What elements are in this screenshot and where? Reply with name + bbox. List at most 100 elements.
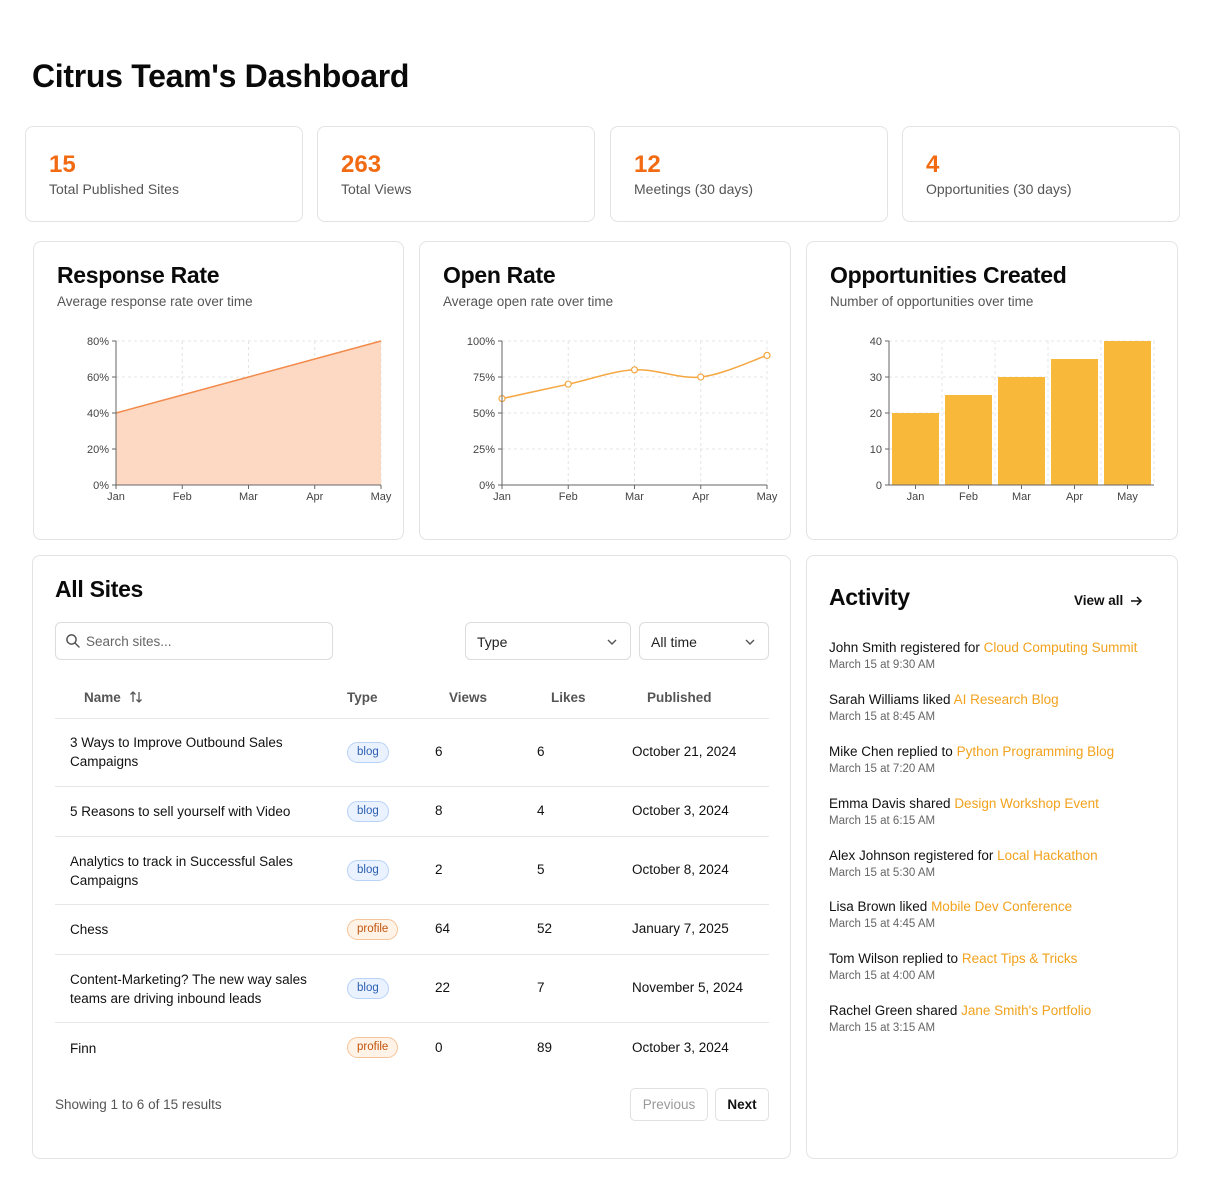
site-name[interactable]: Analytics to track in Successful Sales C… xyxy=(70,852,330,890)
likes-value: 89 xyxy=(537,1040,553,1055)
previous-button[interactable]: Previous xyxy=(630,1088,708,1121)
site-name[interactable]: 5 Reasons to sell yourself with Video xyxy=(70,802,330,821)
x-tick-label: May xyxy=(1117,491,1138,503)
time-filter-select[interactable]: All time xyxy=(639,622,769,660)
column-header-name[interactable]: Name xyxy=(84,690,121,705)
published-date: November 5, 2024 xyxy=(632,980,744,995)
published-date: October 3, 2024 xyxy=(632,803,729,818)
activity-text: Emma Davis shared xyxy=(829,796,951,811)
x-tick-label: Feb xyxy=(173,491,192,503)
site-name[interactable]: Finn xyxy=(70,1039,330,1058)
activity-link[interactable]: Jane Smith's Portfolio xyxy=(961,1003,1091,1018)
y-tick-label: 60% xyxy=(87,372,109,384)
activity-link[interactable]: Design Workshop Event xyxy=(954,796,1099,811)
search-field[interactable] xyxy=(55,622,333,660)
view-all-link[interactable]: View all xyxy=(1074,593,1123,608)
likes-value: 5 xyxy=(537,862,545,877)
type-badge: profile xyxy=(347,1037,399,1058)
activity-link[interactable]: Python Programming Blog xyxy=(957,744,1115,759)
activity-text: Lisa Brown liked xyxy=(829,899,928,914)
table-row[interactable]: Analytics to track in Successful Sales C… xyxy=(55,837,769,905)
activity-time: March 15 at 4:00 AM xyxy=(829,970,936,982)
table-row[interactable]: Content-Marketing? The new way sales tea… xyxy=(55,955,769,1023)
activity-item: Tom Wilson replied to React Tips & Trick… xyxy=(829,951,1159,982)
site-name[interactable]: Chess xyxy=(70,920,330,939)
y-tick-label: 30 xyxy=(870,372,882,384)
activity-time: March 15 at 5:30 AM xyxy=(829,867,936,879)
response-rate-chart: 0%20%40%60%80%Jan Feb Mar Apr May xyxy=(87,336,392,503)
stat-label: Total Views xyxy=(341,181,412,197)
type-badge: blog xyxy=(347,742,389,763)
page-title: Citrus Team's Dashboard xyxy=(32,58,410,94)
activity-time: March 15 at 6:15 AM xyxy=(829,815,936,827)
stat-label: Total Published Sites xyxy=(49,181,179,197)
x-tick-label: Jan xyxy=(907,491,925,503)
pagination-summary: Showing 1 to 6 of 15 results xyxy=(55,1097,222,1112)
table-row[interactable]: 5 Reasons to sell yourself with Video bl… xyxy=(55,787,769,837)
search-input[interactable] xyxy=(86,631,322,651)
likes-value: 4 xyxy=(537,803,545,818)
published-date: January 7, 2025 xyxy=(632,921,729,936)
activity-item: Lisa Brown liked Mobile Dev Conference M… xyxy=(829,899,1159,930)
time-filter-value: All time xyxy=(651,634,697,650)
sort-icon[interactable] xyxy=(129,690,143,704)
x-tick-label: Apr xyxy=(306,491,323,503)
data-point xyxy=(630,366,639,374)
activity-link[interactable]: AI Research Blog xyxy=(954,692,1059,707)
opportunities-chart: 0 10 20 30 40 Jan Feb Mar Apr May xyxy=(870,336,1155,503)
activity-link[interactable]: React Tips & Tricks xyxy=(962,951,1078,966)
activity-link[interactable]: Cloud Computing Summit xyxy=(984,640,1138,655)
y-tick-label: 75% xyxy=(473,372,495,384)
activity-text: Alex Johnson registered for xyxy=(829,848,994,863)
table-row[interactable]: Chess profile 64 52 January 7, 2025 xyxy=(55,905,769,955)
activity-link[interactable]: Local Hackathon xyxy=(997,848,1098,863)
chevron-down-icon xyxy=(745,639,755,645)
views-value: 64 xyxy=(435,921,451,936)
open-rate-card: Open Rate Average open rate over time 0%… xyxy=(419,241,791,540)
activity-time: March 15 at 4:45 AM xyxy=(829,918,936,930)
stat-card-total-views: 263 Total Views xyxy=(317,126,595,222)
views-value: 22 xyxy=(435,980,451,995)
views-value: 6 xyxy=(435,744,443,759)
y-tick-label: 0 xyxy=(876,480,882,492)
table-row[interactable]: Finn profile 0 89 October 3, 2024 xyxy=(55,1023,769,1073)
y-tick-label: 25% xyxy=(473,444,495,456)
published-date: October 8, 2024 xyxy=(632,862,729,877)
bar xyxy=(1104,341,1151,485)
type-badge: blog xyxy=(347,978,389,999)
bar xyxy=(945,395,992,485)
stat-card-opportunities: 4 Opportunities (30 days) xyxy=(902,126,1180,222)
stat-value: 12 xyxy=(634,151,661,178)
y-tick-label: 40 xyxy=(870,336,882,348)
site-name[interactable]: 3 Ways to Improve Outbound Sales Campaig… xyxy=(70,733,330,771)
y-tick-label: 20% xyxy=(87,444,109,456)
site-name[interactable]: Content-Marketing? The new way sales tea… xyxy=(70,970,330,1008)
type-filter-value: Type xyxy=(477,634,508,650)
x-tick-label: May xyxy=(371,491,392,503)
arrow-right-icon[interactable] xyxy=(1129,594,1143,608)
activity-item: Rachel Green shared Jane Smith's Portfol… xyxy=(829,1003,1159,1034)
data-point xyxy=(564,380,572,388)
likes-value: 7 xyxy=(537,980,545,995)
area-fill xyxy=(116,341,381,485)
open-rate-chart: 0%25%50%75%100%Jan Feb Mar Apr May xyxy=(467,336,778,503)
column-header-type: Type xyxy=(347,690,378,705)
table-row[interactable]: 3 Ways to Improve Outbound Sales Campaig… xyxy=(55,719,769,787)
column-header-published: Published xyxy=(647,690,712,705)
next-button[interactable]: Next xyxy=(715,1088,769,1121)
activity-text: Sarah Williams liked xyxy=(829,692,951,707)
views-value: 2 xyxy=(435,862,443,877)
x-tick-label: Apr xyxy=(692,491,709,503)
activity-item: Emma Davis shared Design Workshop Event … xyxy=(829,796,1159,827)
search-icon xyxy=(66,634,80,648)
y-tick-label: 50% xyxy=(473,408,495,420)
data-point xyxy=(763,351,771,360)
opportunities-card: Opportunities Created Number of opportun… xyxy=(806,241,1178,540)
x-tick-label: Feb xyxy=(959,491,978,503)
type-badge: blog xyxy=(347,801,389,822)
type-filter-select[interactable]: Type xyxy=(465,622,631,660)
likes-value: 6 xyxy=(537,744,545,759)
y-tick-label: 10 xyxy=(870,444,882,456)
activity-link[interactable]: Mobile Dev Conference xyxy=(931,899,1072,914)
activity-item: Sarah Williams liked AI Research Blog Ma… xyxy=(829,692,1159,723)
